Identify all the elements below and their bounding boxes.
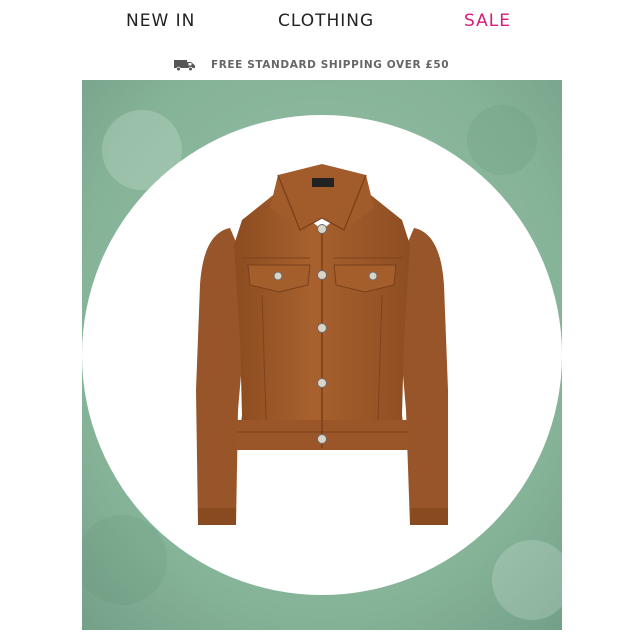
truck-icon <box>173 59 195 71</box>
nav-new-in[interactable]: NEW IN <box>126 11 195 31</box>
nav-clothing[interactable]: CLOTHING <box>278 11 374 31</box>
top-navigation: NEW IN CLOTHING SALE <box>0 0 623 44</box>
shipping-banner[interactable]: FREE STANDARD SHIPPING OVER £50 <box>0 54 623 72</box>
nav-sale[interactable]: SALE <box>464 11 511 31</box>
suede-jacket-image <box>82 80 562 630</box>
hero-banner[interactable] <box>82 80 562 630</box>
shipping-text: FREE STANDARD SHIPPING OVER £50 <box>210 58 450 71</box>
brand-label <box>312 178 334 187</box>
